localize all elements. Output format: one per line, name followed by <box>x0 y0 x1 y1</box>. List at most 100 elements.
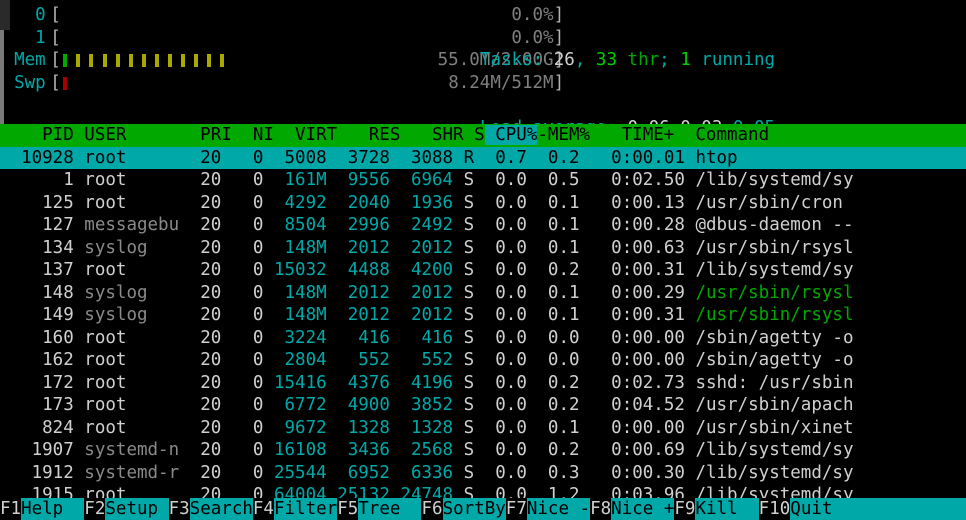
table-row[interactable]: 1912 systemd-r 20 0 25544 6952 6336 S 0.… <box>0 462 966 485</box>
running-count: 1 <box>680 50 691 70</box>
fn-key-f8[interactable]: F8 <box>590 498 611 520</box>
cell-pid: 127 <box>0 215 74 235</box>
tasks-label: Tasks: <box>480 50 554 70</box>
cell-pri: 20 <box>179 215 221 235</box>
cell-user: systemd-r <box>74 463 179 483</box>
cell-res: 9556 <box>327 170 390 190</box>
cell-time: 0:00.31 <box>580 305 685 325</box>
fn-key-f5[interactable]: F5 <box>337 498 358 520</box>
cell-virt: 4292 <box>263 193 326 213</box>
process-table: PID USER PRI NI VIRT RES SHR S CPU%-MEM%… <box>0 124 966 507</box>
fn-label-quit[interactable]: Quit <box>790 498 853 520</box>
cell-shr: 2568 <box>390 440 453 460</box>
fn-label-help[interactable]: Help <box>21 498 84 520</box>
fn-label-sortby[interactable]: SortBy <box>443 498 506 520</box>
fn-label-nice[interactable]: Nice - <box>527 498 590 520</box>
cell-cpu: 0.0 <box>474 193 527 213</box>
table-row[interactable]: 134 syslog 20 0 148M 2012 2012 S 0.0 0.1… <box>0 237 966 260</box>
fn-label-kill[interactable]: Kill <box>695 498 758 520</box>
meter-bracket-open-mem: [ <box>50 49 61 72</box>
cell-virt: 16108 <box>263 440 326 460</box>
thread-label: thr <box>617 50 659 70</box>
cell-pri: 20 <box>179 328 221 348</box>
cell-res: 4900 <box>327 395 390 415</box>
table-row[interactable]: 148 syslog 20 0 148M 2012 2012 S 0.0 0.1… <box>0 282 966 305</box>
cell-shr: 1328 <box>390 418 453 438</box>
cell-cpu: 0.0 <box>474 238 527 258</box>
fn-key-f2[interactable]: F2 <box>84 498 105 520</box>
fn-key-f4[interactable]: F4 <box>253 498 274 520</box>
cell-pid: 149 <box>0 305 74 325</box>
cell-pri: 20 <box>179 463 221 483</box>
fn-key-f6[interactable]: F6 <box>421 498 442 520</box>
cell-state: S <box>453 440 474 460</box>
fn-key-f3[interactable]: F3 <box>169 498 190 520</box>
cell-pid: 173 <box>0 395 74 415</box>
tasks-separator: , <box>575 50 596 70</box>
cell-user: root <box>74 395 179 415</box>
cell-ni: 0 <box>221 238 263 258</box>
cell-state: S <box>453 373 474 393</box>
table-row[interactable]: 1907 systemd-n 20 0 16108 3436 2568 S 0.… <box>0 439 966 462</box>
cell-time: 0:00.29 <box>580 283 685 303</box>
cell-command: htop <box>685 148 738 168</box>
cell-pri: 20 <box>179 305 221 325</box>
cell-pri: 20 <box>179 350 221 370</box>
cell-cpu: 0.0 <box>474 283 527 303</box>
table-row[interactable]: 173 root 20 0 6772 4900 3852 S 0.0 0.2 0… <box>0 394 966 417</box>
cell-res: 3728 <box>327 148 390 168</box>
header-sort-column: CPU% <box>485 125 538 145</box>
meter-bars-swp <box>63 77 76 90</box>
cell-ni: 0 <box>221 328 263 348</box>
cell-virt: 148M <box>263 305 326 325</box>
fn-label-filter[interactable]: Filter <box>274 498 337 520</box>
table-row[interactable]: 172 root 20 0 15416 4376 4196 S 0.0 0.2 … <box>0 372 966 395</box>
table-row[interactable]: 160 root 20 0 3224 416 416 S 0.0 0.0 0:0… <box>0 327 966 350</box>
cell-state: S <box>453 193 474 213</box>
fn-key-f10[interactable]: F10 <box>759 498 791 520</box>
fn-label-tree[interactable]: Tree <box>358 498 421 520</box>
table-row[interactable]: 137 root 20 0 15032 4488 4200 S 0.0 0.2 … <box>0 259 966 282</box>
cell-ni: 0 <box>221 283 263 303</box>
cell-ni: 0 <box>221 170 263 190</box>
cell-ni: 0 <box>221 395 263 415</box>
cell-time: 0:00.13 <box>580 193 685 213</box>
cell-ni: 0 <box>221 148 263 168</box>
cell-command: /usr/sbin/rsysl <box>685 305 854 325</box>
cell-pid: 10928 <box>0 148 74 168</box>
process-table-header[interactable]: PID USER PRI NI VIRT RES SHR S CPU%-MEM%… <box>0 124 966 147</box>
cell-shr: 1936 <box>390 193 453 213</box>
cell-res: 2040 <box>327 193 390 213</box>
fn-label-search[interactable]: Search <box>190 498 253 520</box>
fn-label-setup[interactable]: Setup <box>105 498 168 520</box>
fn-key-f1[interactable]: F1 <box>0 498 21 520</box>
fn-key-f9[interactable]: F9 <box>674 498 695 520</box>
table-row[interactable]: 125 root 20 0 4292 2040 1936 S 0.0 0.1 0… <box>0 192 966 215</box>
table-row[interactable]: 824 root 20 0 9672 1328 1328 S 0.0 0.1 0… <box>0 417 966 440</box>
cell-command: /usr/sbin/rsysl <box>685 238 854 258</box>
cell-state: S <box>453 463 474 483</box>
meter-bar-segment <box>129 54 133 67</box>
table-row[interactable]: 10928 root 20 0 5008 3728 3088 R 0.7 0.2… <box>0 147 966 170</box>
cell-user: root <box>74 148 179 168</box>
cell-command: /lib/systemd/sy <box>685 463 854 483</box>
cell-cpu: 0.0 <box>474 463 527 483</box>
cell-ni: 0 <box>221 215 263 235</box>
cell-res: 6952 <box>327 463 390 483</box>
cell-pri: 20 <box>179 283 221 303</box>
header-columns-right: -MEM% TIME+ Command <box>537 125 769 145</box>
table-row[interactable]: 162 root 20 0 2804 552 552 S 0.0 0.0 0:0… <box>0 349 966 372</box>
meter-bar-segment <box>63 77 67 90</box>
cell-time: 0:00.28 <box>580 215 685 235</box>
table-row[interactable]: 127 messagebu 20 0 8504 2996 2492 S 0.0 … <box>0 214 966 237</box>
table-row[interactable]: 149 syslog 20 0 148M 2012 2012 S 0.0 0.1… <box>0 304 966 327</box>
cell-res: 2012 <box>327 283 390 303</box>
fn-label-nice[interactable]: Nice + <box>611 498 674 520</box>
cell-user: systemd-n <box>74 440 179 460</box>
fn-key-f7[interactable]: F7 <box>506 498 527 520</box>
cell-cpu: 0.0 <box>474 350 527 370</box>
cell-pri: 20 <box>179 395 221 415</box>
cell-shr: 552 <box>390 350 453 370</box>
table-row[interactable]: 1 root 20 0 161M 9556 6964 S 0.0 0.5 0:0… <box>0 169 966 192</box>
cell-ni: 0 <box>221 193 263 213</box>
